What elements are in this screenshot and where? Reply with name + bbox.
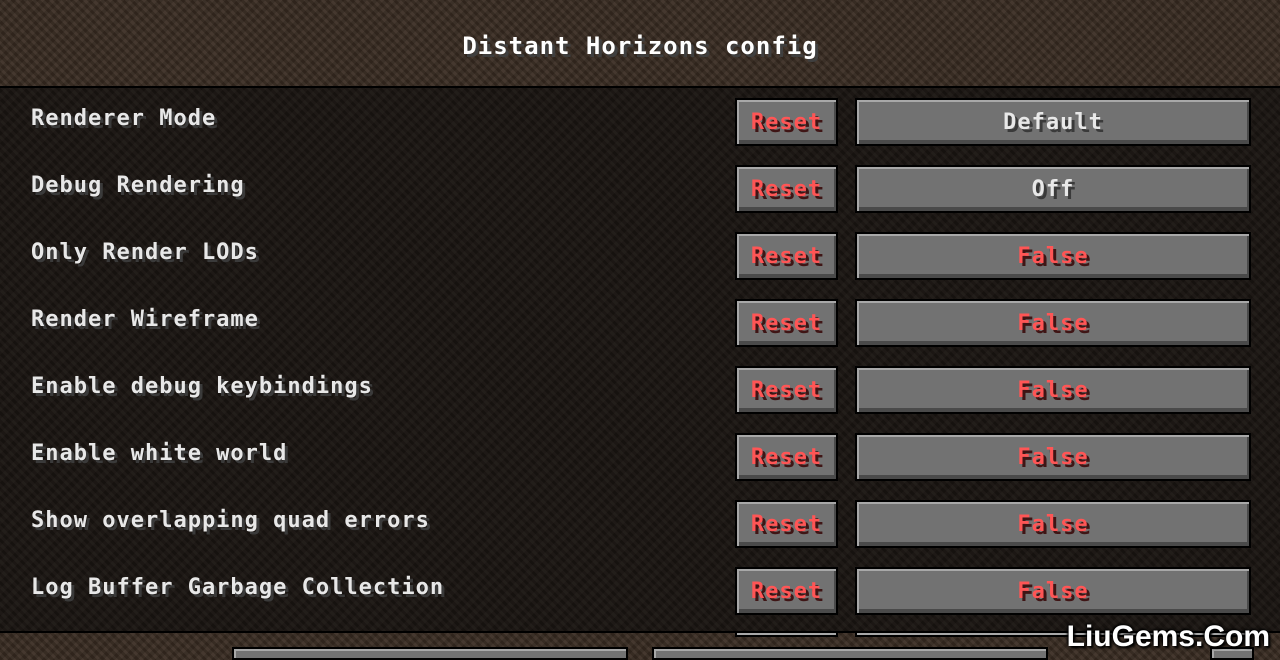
- option-label: Renderer Mode: [31, 106, 217, 131]
- config-row-debug-rendering: Debug Rendering Reset Off: [0, 165, 1280, 215]
- option-label: Debug Rendering: [31, 173, 245, 198]
- reset-button[interactable]: Reset: [735, 366, 838, 414]
- option-label: Render Wireframe: [31, 307, 259, 332]
- reset-button[interactable]: Reset: [735, 232, 838, 280]
- value-button[interactable]: Off: [855, 165, 1251, 213]
- value-button[interactable]: False: [855, 299, 1251, 347]
- reset-button[interactable]: Reset: [735, 299, 838, 347]
- page-title: Distant Horizons config: [462, 32, 818, 60]
- config-row-enable-debug-keybindings: Enable debug keybindings Reset False: [0, 366, 1280, 416]
- config-row-only-render-lods: Only Render LODs Reset False: [0, 232, 1280, 282]
- value-button[interactable]: False: [855, 500, 1251, 548]
- option-label: Only Render LODs: [31, 240, 259, 265]
- reset-button[interactable]: Reset: [735, 500, 838, 548]
- value-button[interactable]: False: [855, 232, 1251, 280]
- option-label: Enable debug keybindings: [31, 374, 373, 399]
- value-button[interactable]: False: [855, 366, 1251, 414]
- config-row-enable-white-world: Enable white world Reset False: [0, 433, 1280, 483]
- reset-button[interactable]: Reset: [735, 567, 838, 615]
- footer-button-right[interactable]: [652, 647, 1048, 660]
- value-button[interactable]: False: [855, 567, 1251, 615]
- value-button[interactable]: False: [855, 433, 1251, 481]
- reset-button[interactable]: Reset: [735, 98, 838, 146]
- reset-button[interactable]: Reset: [735, 433, 838, 481]
- watermark-text: LiuGems.Com: [1066, 620, 1270, 653]
- config-row-renderer-mode: Renderer Mode Reset Default: [0, 98, 1280, 148]
- footer-button-left[interactable]: [232, 647, 628, 660]
- header-bar: Distant Horizons config: [0, 0, 1280, 86]
- config-list[interactable]: Renderer Mode Reset Default Debug Render…: [0, 86, 1280, 637]
- value-button[interactable]: Default: [855, 98, 1251, 146]
- config-row-render-wireframe: Render Wireframe Reset False: [0, 299, 1280, 349]
- option-label: Enable white world: [31, 441, 288, 466]
- config-row-show-overlapping-quad-errors: Show overlapping quad errors Reset False: [0, 500, 1280, 550]
- option-label: Show overlapping quad errors: [31, 508, 430, 533]
- config-row-log-buffer-garbage-collection: Log Buffer Garbage Collection Reset Fals…: [0, 567, 1280, 617]
- reset-button[interactable]: Reset: [735, 165, 838, 213]
- option-label: Log Buffer Garbage Collection: [31, 575, 445, 600]
- partial-reset-button[interactable]: [735, 631, 838, 637]
